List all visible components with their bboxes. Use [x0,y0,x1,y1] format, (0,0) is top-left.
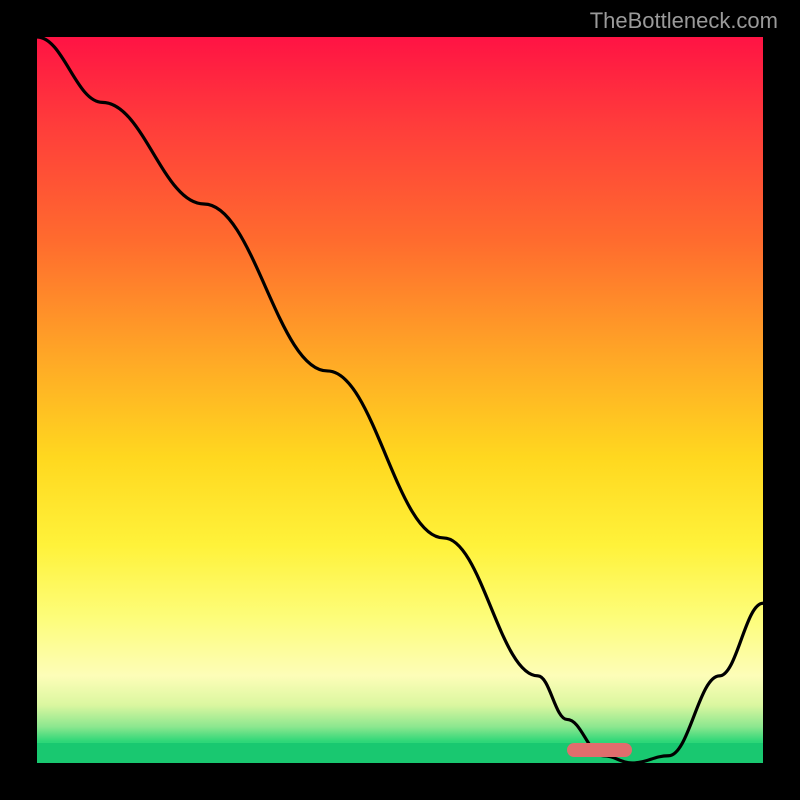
chart-area [37,37,763,763]
bottleneck-curve [37,37,763,763]
optimal-range-marker [567,743,632,757]
watermark-text: TheBottleneck.com [590,8,778,34]
